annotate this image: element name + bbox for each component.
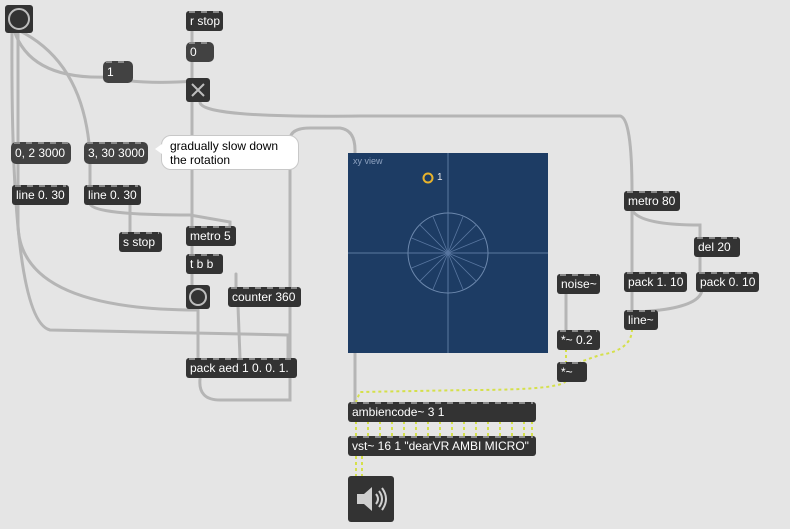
t-b-b-object[interactable]: t b b xyxy=(186,254,223,274)
bang-icon xyxy=(189,288,207,306)
message-3-30-3000[interactable]: 3, 30 3000 xyxy=(84,142,148,164)
metro-80-object[interactable]: metro 80 xyxy=(624,191,680,211)
pack-0-10-object[interactable]: pack 0. 10 xyxy=(696,272,759,292)
multiply-object[interactable]: *~ xyxy=(557,362,587,382)
xy-view-grid xyxy=(348,153,548,353)
bang-button[interactable] xyxy=(5,5,33,33)
line-tilde-object[interactable]: line~ xyxy=(624,310,658,330)
message-zero[interactable]: 0 xyxy=(186,42,214,62)
cord xyxy=(236,304,242,360)
multiply-0-2-object[interactable]: *~ 0.2 xyxy=(557,330,600,350)
cord xyxy=(16,28,91,145)
pack-1-10-object[interactable]: pack 1. 10 xyxy=(624,272,687,292)
line-object-mid[interactable]: line 0. 30 xyxy=(84,185,141,205)
cord xyxy=(16,202,200,360)
speaker-output-button[interactable] xyxy=(348,476,394,522)
ambiencode-object[interactable]: ambiencode~ 3 1 xyxy=(348,402,536,422)
xy-view-panel[interactable]: xy view 1 xyxy=(348,153,548,353)
source-dot-icon[interactable] xyxy=(422,172,434,184)
metro-5-object[interactable]: metro 5 xyxy=(186,226,236,246)
source-label: 1 xyxy=(437,172,443,183)
cord xyxy=(638,288,704,314)
line-object-left[interactable]: line 0. 30 xyxy=(12,185,69,205)
message-one[interactable]: 1 xyxy=(103,61,133,83)
signal-cord xyxy=(355,380,567,403)
del-20-object[interactable]: del 20 xyxy=(694,237,740,257)
vst-object[interactable]: vst~ 16 1 "dearVR AMBI MICRO" xyxy=(348,436,536,456)
r-stop-object[interactable]: r stop xyxy=(186,11,223,31)
noise-object[interactable]: noise~ xyxy=(557,274,600,294)
bang-button-small[interactable] xyxy=(186,285,210,309)
toggle-x-icon xyxy=(191,83,205,97)
toggle-button[interactable] xyxy=(186,78,210,102)
comment-gradually-slow-down: gradually slow down the rotation xyxy=(155,135,299,170)
cord xyxy=(88,202,232,228)
message-0-2-3000[interactable]: 0, 2 3000 xyxy=(11,142,71,164)
comment-line-1: gradually slow down xyxy=(170,139,279,153)
counter-360-object[interactable]: counter 360 xyxy=(228,287,301,307)
comment-line-2: the rotation xyxy=(170,153,231,167)
speaker-icon xyxy=(357,487,387,511)
pack-aed-object[interactable]: pack aed 1 0. 0. 1. xyxy=(186,358,297,378)
s-stop-object[interactable]: s stop xyxy=(119,232,162,252)
bang-icon xyxy=(8,8,30,30)
cord xyxy=(630,208,702,239)
